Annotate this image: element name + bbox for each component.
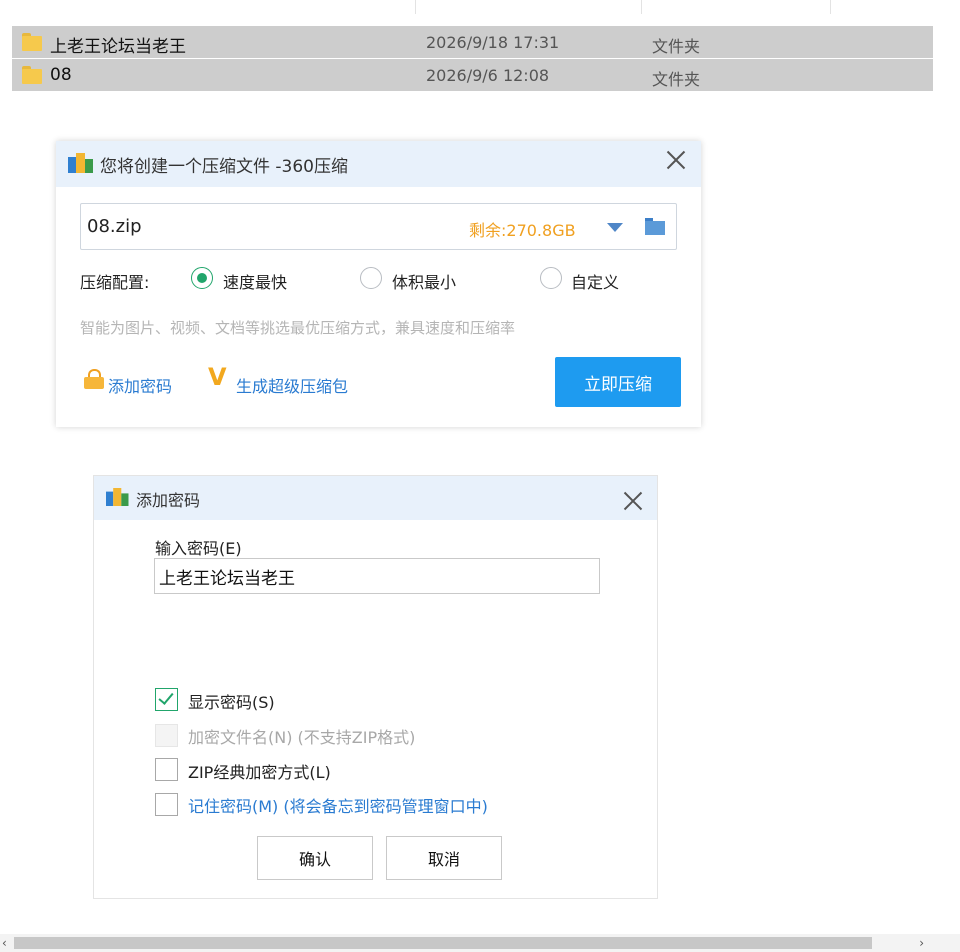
- zip-classic-encryption-checkbox[interactable]: [155, 758, 178, 781]
- browse-folder-icon[interactable]: [645, 218, 665, 235]
- free-space-label: 剩余:270.8GB: [469, 221, 576, 240]
- password-input-label: 输入密码(E): [155, 539, 242, 558]
- scroll-left-icon[interactable]: ‹: [2, 936, 7, 950]
- compress-dialog: 您将创建一个压缩文件 -360压缩 剩余:270.8GB 压缩配置: 速度最快 …: [56, 141, 701, 427]
- close-icon[interactable]: [622, 490, 644, 512]
- column-separator[interactable]: [830, 0, 831, 14]
- encrypt-filenames-checkbox: [155, 724, 178, 747]
- horizontal-scrollbar[interactable]: ‹ ›: [0, 934, 960, 952]
- radio-fastest[interactable]: [191, 267, 213, 289]
- file-date: 2026/9/18 17:31: [426, 33, 560, 52]
- compress-dialog-titlebar[interactable]: 您将创建一个压缩文件 -360压缩: [56, 141, 701, 187]
- remember-password-label[interactable]: 记住密码(M) (将会备忘到密码管理窗口中): [188, 793, 488, 817]
- password-input[interactable]: [154, 558, 600, 594]
- radio-smallest[interactable]: [360, 267, 382, 289]
- compress-now-button[interactable]: 立即压缩: [555, 357, 681, 407]
- scrollbar-thumb[interactable]: [14, 937, 872, 949]
- output-path-field[interactable]: 剩余:270.8GB: [80, 203, 677, 250]
- scroll-right-icon[interactable]: ›: [919, 936, 924, 950]
- compress-config-label: 压缩配置:: [80, 273, 150, 292]
- super-pack-link[interactable]: 生成超级压缩包: [236, 373, 348, 397]
- lock-icon[interactable]: [84, 369, 104, 389]
- file-row[interactable]: 上老王论坛当老王 2026/9/18 17:31 文件夹: [12, 26, 933, 58]
- radio-custom[interactable]: [540, 267, 562, 289]
- show-password-checkbox[interactable]: [155, 688, 178, 711]
- file-type: 文件夹: [652, 37, 701, 56]
- 360zip-app-icon: [106, 488, 129, 506]
- 360zip-app-icon: [68, 153, 94, 173]
- file-type: 文件夹: [652, 70, 701, 89]
- password-dialog-titlebar[interactable]: 添加密码: [94, 476, 657, 520]
- compress-hint: 智能为图片、视频、文档等挑选最优压缩方式，兼具速度和压缩率: [80, 319, 516, 337]
- remember-password-checkbox[interactable]: [155, 793, 178, 816]
- super-pack-v-icon: V: [208, 363, 227, 391]
- compress-dialog-title: 您将创建一个压缩文件 -360压缩: [100, 157, 348, 177]
- file-list: 上老王论坛当老王 2026/9/18 17:31 文件夹 08 2026/9/6…: [12, 0, 933, 92]
- ok-button[interactable]: 确认: [257, 836, 373, 880]
- dropdown-arrow-icon[interactable]: [607, 223, 623, 232]
- add-password-link[interactable]: 添加密码: [108, 373, 172, 397]
- file-row[interactable]: 08 2026/9/6 12:08 文件夹: [12, 59, 933, 91]
- column-header: [12, 0, 933, 16]
- password-dialog: 添加密码 输入密码(E) 显示密码(S) 加密文件名(N) (不支持ZIP格式)…: [93, 475, 658, 899]
- close-icon[interactable]: [665, 149, 687, 171]
- zip-classic-encryption-label[interactable]: ZIP经典加密方式(L): [188, 759, 331, 783]
- radio-custom-label[interactable]: 自定义: [571, 269, 619, 293]
- radio-smallest-label[interactable]: 体积最小: [392, 269, 456, 293]
- password-dialog-title: 添加密码: [136, 491, 201, 510]
- radio-fastest-label[interactable]: 速度最快: [223, 269, 287, 293]
- column-separator[interactable]: [415, 0, 416, 14]
- filename-input[interactable]: [87, 216, 447, 237]
- show-password-label[interactable]: 显示密码(S): [188, 689, 275, 713]
- file-date: 2026/9/6 12:08: [426, 66, 550, 85]
- cancel-button[interactable]: 取消: [386, 836, 502, 880]
- column-separator[interactable]: [641, 0, 642, 14]
- file-name: 08: [50, 65, 72, 85]
- file-name: 上老王论坛当老王: [50, 37, 186, 57]
- folder-icon: [22, 33, 42, 51]
- folder-icon: [22, 66, 42, 84]
- encrypt-filenames-label: 加密文件名(N) (不支持ZIP格式): [188, 728, 416, 747]
